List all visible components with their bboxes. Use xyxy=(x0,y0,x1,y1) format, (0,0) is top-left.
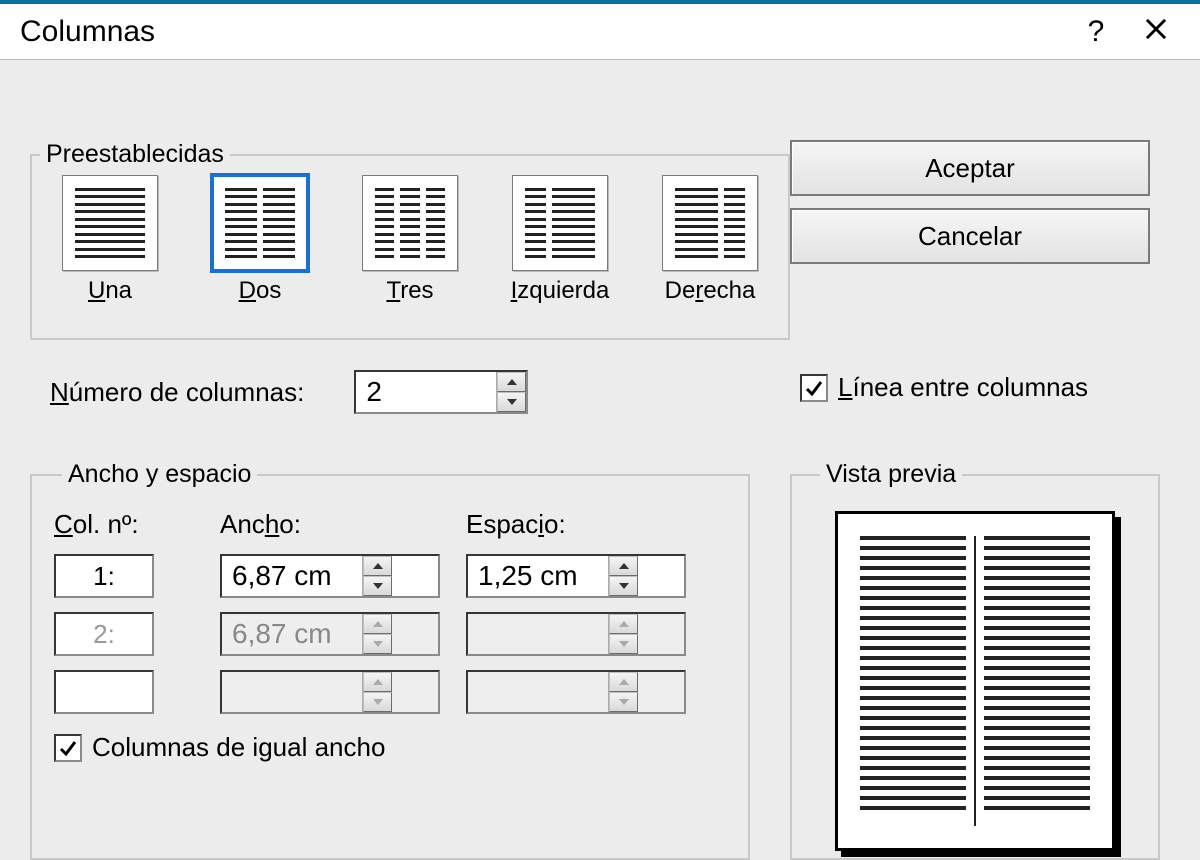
num-columns-input[interactable] xyxy=(356,372,496,412)
width-space-group: Ancho y espacio Col. nº: Ancho: Espacio:… xyxy=(30,460,750,860)
spin-down-icon xyxy=(363,634,392,654)
space-header: Espacio: xyxy=(466,509,686,540)
spinner-input[interactable] xyxy=(468,556,608,596)
ok-button[interactable]: Aceptar xyxy=(790,140,1150,196)
spinner-input xyxy=(468,614,608,654)
preset-tres[interactable]: Tres xyxy=(350,175,470,305)
equal-width-label: Columnas de igual ancho xyxy=(92,732,385,763)
num-columns-row: Número de columnas: xyxy=(50,370,528,414)
spin-down-icon[interactable] xyxy=(363,576,392,596)
preset-thumb-icon xyxy=(362,175,458,271)
cancel-button[interactable]: Cancelar xyxy=(790,208,1150,264)
preset-thumb-icon xyxy=(62,175,158,271)
width-space-row xyxy=(54,670,726,714)
spin-up-icon[interactable] xyxy=(363,556,392,576)
close-button[interactable] xyxy=(1126,16,1186,48)
col-number: 1: xyxy=(54,554,154,598)
spin-up-icon[interactable] xyxy=(497,372,526,392)
spinner-disabled xyxy=(466,612,686,656)
spin-down-icon xyxy=(609,634,638,654)
close-icon xyxy=(1143,16,1169,42)
col-number xyxy=(54,670,154,714)
width-header: Ancho: xyxy=(220,509,440,540)
line-between-label: Línea entre columnas xyxy=(838,372,1088,403)
spinner-disabled xyxy=(466,670,686,714)
spin-up-icon xyxy=(609,672,638,692)
preset-derecha[interactable]: Derecha xyxy=(650,175,770,305)
help-button[interactable]: ? xyxy=(1066,17,1126,47)
spinner-input[interactable] xyxy=(222,556,362,596)
presets-legend: Preestablecidas xyxy=(40,140,230,169)
spin-down-icon xyxy=(363,692,392,712)
preset-dos[interactable]: Dos xyxy=(200,175,320,305)
checkbox-icon xyxy=(800,374,828,402)
checkbox-icon xyxy=(54,734,82,762)
line-between-checkbox[interactable]: Línea entre columnas xyxy=(800,372,1088,403)
equal-width-checkbox[interactable]: Columnas de igual ancho xyxy=(54,732,726,763)
preset-label: Izquierda xyxy=(511,277,610,305)
spinner-input xyxy=(222,672,362,712)
spin-up-icon xyxy=(609,614,638,634)
spinner-input xyxy=(222,614,362,654)
preset-label: Tres xyxy=(386,277,433,305)
width-space-row: 2: xyxy=(54,612,726,656)
col-header: Col. nº: xyxy=(54,509,194,540)
preset-label: Una xyxy=(88,277,132,305)
spin-down-icon[interactable] xyxy=(609,576,638,596)
preview-group: Vista previa xyxy=(790,460,1160,860)
spin-up-icon[interactable] xyxy=(609,556,638,576)
num-columns-label: Número de columnas: xyxy=(50,377,304,408)
title-bar: Columnas ? xyxy=(0,0,1200,60)
presets-group: Preestablecidas Una Dos Tres Izquierda Derec… xyxy=(30,140,790,340)
spinner-disabled xyxy=(220,612,440,656)
spinner-disabled xyxy=(220,670,440,714)
preset-una[interactable]: Una xyxy=(50,175,170,305)
num-columns-spinner[interactable] xyxy=(354,370,528,414)
col-number: 2: xyxy=(54,612,154,656)
spin-up-icon xyxy=(363,614,392,634)
spin-down-icon xyxy=(609,692,638,712)
dialog-title: Columnas xyxy=(20,15,1066,49)
spin-down-icon[interactable] xyxy=(497,392,526,412)
preset-label: Dos xyxy=(239,277,282,305)
preset-thumb-icon xyxy=(662,175,758,271)
preview-legend: Vista previa xyxy=(820,460,962,489)
width-space-legend: Ancho y espacio xyxy=(62,460,257,489)
spin-up-icon xyxy=(363,672,392,692)
preset-thumb-icon xyxy=(512,175,608,271)
spinner[interactable] xyxy=(220,554,440,598)
preset-thumb-icon xyxy=(212,175,308,271)
preset-izquierda[interactable]: Izquierda xyxy=(500,175,620,305)
spinner-input xyxy=(468,672,608,712)
width-space-row: 1: xyxy=(54,554,726,598)
preset-label: Derecha xyxy=(665,277,756,305)
spinner[interactable] xyxy=(466,554,686,598)
preview-page-icon xyxy=(835,511,1115,851)
